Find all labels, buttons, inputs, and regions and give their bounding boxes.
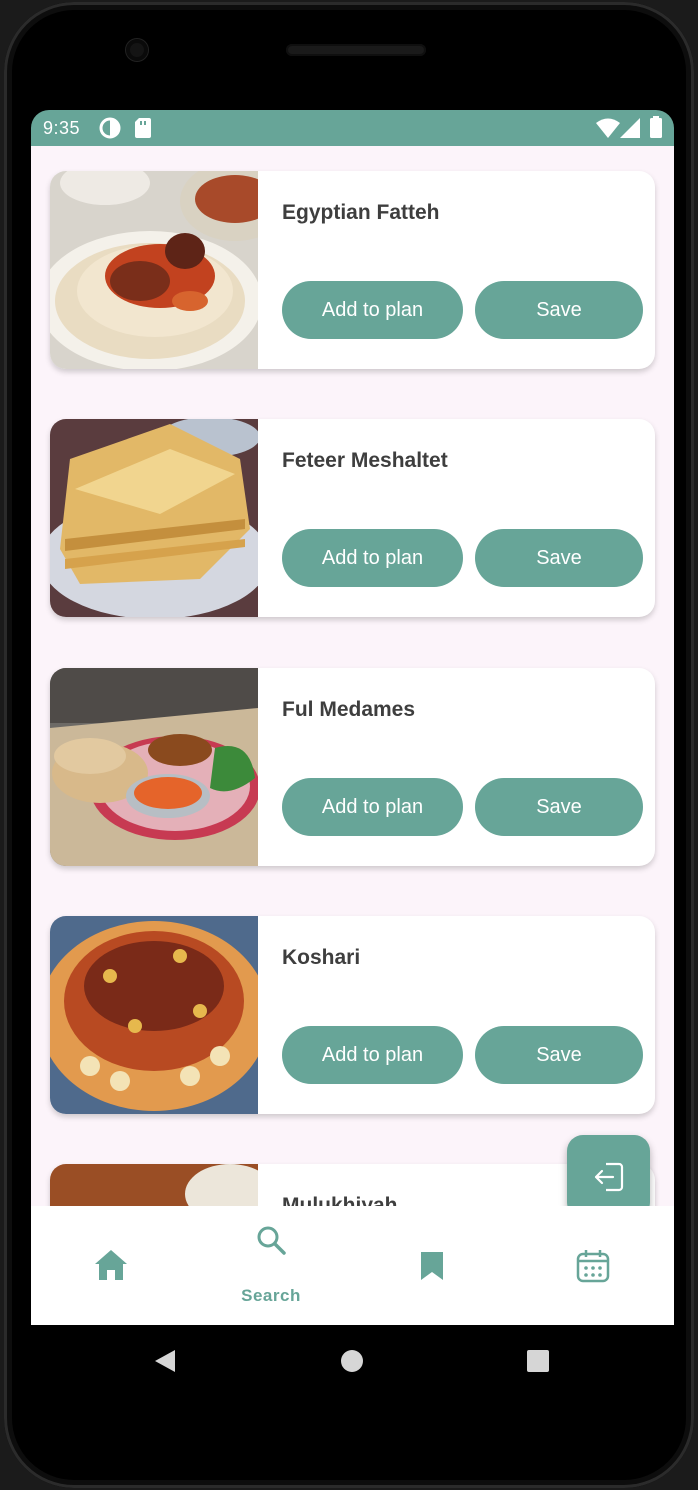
- save-button[interactable]: Save: [475, 1026, 643, 1084]
- meal-card[interactable]: Feteer Meshaltet Add to plan Save: [50, 419, 655, 617]
- nav-home[interactable]: [31, 1206, 191, 1325]
- phone-frame: 9:35 Egyptian Fatteh Add to plan Save Fe…: [4, 2, 694, 1488]
- data-saver-icon: [99, 117, 121, 144]
- search-icon: [257, 1226, 286, 1255]
- save-button[interactable]: Save: [475, 281, 643, 339]
- signal-icon: [620, 118, 640, 143]
- meal-title: Ful Medames: [282, 698, 416, 721]
- system-navigation-bar: [31, 1325, 674, 1398]
- meal-image: [50, 916, 258, 1114]
- meal-card[interactable]: Mulukhiyah: [50, 1164, 655, 1206]
- meal-list[interactable]: Egyptian Fatteh Add to plan Save Feteer …: [31, 146, 674, 1206]
- bookmark-icon: [421, 1252, 443, 1280]
- status-bar: 9:35: [31, 110, 674, 146]
- logout-icon: [594, 1162, 623, 1191]
- back-icon[interactable]: [153, 1349, 177, 1373]
- meal-title: Koshari: [282, 946, 361, 969]
- wifi-icon: [596, 118, 620, 143]
- home-button-icon[interactable]: [341, 1350, 363, 1372]
- meal-card[interactable]: Koshari Add to plan Save: [50, 916, 655, 1114]
- home-icon: [95, 1250, 127, 1280]
- meal-image: [50, 668, 258, 866]
- meal-title: Feteer Meshaltet: [282, 449, 448, 472]
- logout-fab[interactable]: [567, 1135, 650, 1206]
- bottom-navigation: Search: [31, 1206, 674, 1325]
- nav-saved[interactable]: [351, 1206, 511, 1325]
- battery-icon: [650, 116, 662, 143]
- status-time: 9:35: [43, 118, 81, 138]
- save-button[interactable]: Save: [475, 778, 643, 836]
- meal-card[interactable]: Ful Medames Add to plan Save: [50, 668, 655, 866]
- sd-card-icon: [135, 118, 151, 143]
- front-camera: [126, 39, 148, 61]
- add-to-plan-button[interactable]: Add to plan: [282, 281, 463, 339]
- add-to-plan-button[interactable]: Add to plan: [282, 1026, 463, 1084]
- meal-image: [50, 171, 258, 369]
- save-button[interactable]: Save: [475, 529, 643, 587]
- meal-image: [50, 419, 258, 617]
- screen: 9:35 Egyptian Fatteh Add to plan Save Fe…: [31, 110, 674, 1398]
- add-to-plan-button[interactable]: Add to plan: [282, 778, 463, 836]
- meal-title: Egyptian Fatteh: [282, 201, 440, 224]
- add-to-plan-button[interactable]: Add to plan: [282, 529, 463, 587]
- nav-search[interactable]: Search: [191, 1206, 351, 1325]
- nav-plan[interactable]: [511, 1206, 671, 1325]
- nav-search-label: Search: [241, 1286, 301, 1305]
- meal-title: Mulukhiyah: [282, 1194, 398, 1206]
- earpiece-speaker: [286, 44, 426, 56]
- meal-image: [50, 1164, 258, 1206]
- calendar-icon: [576, 1250, 610, 1283]
- meal-card[interactable]: Egyptian Fatteh Add to plan Save: [50, 171, 655, 369]
- recents-icon[interactable]: [527, 1350, 549, 1372]
